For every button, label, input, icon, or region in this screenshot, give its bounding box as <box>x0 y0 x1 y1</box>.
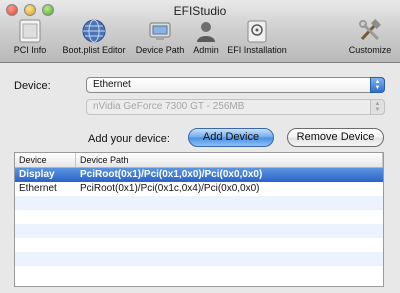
toolbar-label: PCI Info <box>13 45 47 55</box>
add-device-label: Add your device: <box>88 133 170 145</box>
updown-arrows-icon: ▲ ▼ <box>370 99 385 115</box>
toolbar-label: Device Path <box>135 45 185 55</box>
toolbar-boot-plist-editor[interactable]: Boot.plist Editor <box>56 18 132 58</box>
window-title: EFIStudio <box>173 4 227 18</box>
table-header: Device Device Path <box>15 153 383 168</box>
toolbar-efi-installation[interactable]: EFI Installation <box>226 18 288 58</box>
cell-device: Display <box>19 169 55 180</box>
gpu-select-value: nVidia GeForce 7300 GT - 256MB <box>93 101 245 112</box>
device-table[interactable]: Device Device Path Display PciRoot(0x1)/… <box>14 152 384 287</box>
tools-icon <box>357 18 383 44</box>
table-row-empty <box>15 238 383 252</box>
device-select-value: Ethernet <box>93 79 131 90</box>
table-row[interactable]: Ethernet PciRoot(0x1)/Pci(0x1c,0x4)/Pci(… <box>15 182 383 196</box>
table-row-empty <box>15 210 383 224</box>
gpu-select: nVidia GeForce 7300 GT - 256MB ▲ ▼ <box>86 99 385 115</box>
device-select[interactable]: Ethernet ▲ ▼ <box>86 77 385 93</box>
column-header-device-path[interactable]: Device Path <box>76 153 383 167</box>
table-row-empty <box>15 224 383 238</box>
remove-device-button[interactable]: Remove Device <box>287 128 384 147</box>
efi-installation-icon <box>244 18 270 44</box>
toolbar-label: Customize <box>348 45 392 55</box>
column-header-device[interactable]: Device <box>15 153 76 167</box>
table-row-empty <box>15 252 383 266</box>
efistudio-window: EFIStudio PCI Info Boot.plist Editor Dev… <box>0 0 400 293</box>
updown-arrows-icon: ▲ ▼ <box>370 77 385 93</box>
cell-device: Ethernet <box>19 183 57 194</box>
toolbar-label: Admin <box>193 45 219 55</box>
device-path-icon <box>147 18 173 44</box>
toolbar-admin[interactable]: Admin <box>189 18 223 58</box>
toolbar-pci-info[interactable]: PCI Info <box>8 18 52 58</box>
toolbar-customize[interactable]: Customize <box>346 18 394 58</box>
device-label: Device: <box>14 80 51 92</box>
table-row[interactable]: Display PciRoot(0x1)/Pci(0x1,0x0)/Pci(0x… <box>15 168 383 182</box>
table-row-empty <box>15 266 383 280</box>
cell-device-path: PciRoot(0x1)/Pci(0x1,0x0)/Pci(0x0,0x0) <box>80 169 263 180</box>
add-device-button[interactable]: Add Device <box>188 128 274 147</box>
toolbar-label: Boot.plist Editor <box>62 45 126 55</box>
pci-info-icon <box>17 18 43 44</box>
admin-user-icon <box>193 18 219 44</box>
globe-icon <box>81 18 107 44</box>
main-content: Device: Ethernet ▲ ▼ nVidia GeForce 7300 … <box>0 63 400 293</box>
toolbar-device-path[interactable]: Device Path <box>134 18 186 58</box>
toolbar-label: EFI Installation <box>227 45 287 55</box>
table-row-empty <box>15 196 383 210</box>
title-toolbar: EFIStudio PCI Info Boot.plist Editor Dev… <box>0 0 400 63</box>
cell-device-path: PciRoot(0x1)/Pci(0x1c,0x4)/Pci(0x0,0x0) <box>80 183 260 194</box>
